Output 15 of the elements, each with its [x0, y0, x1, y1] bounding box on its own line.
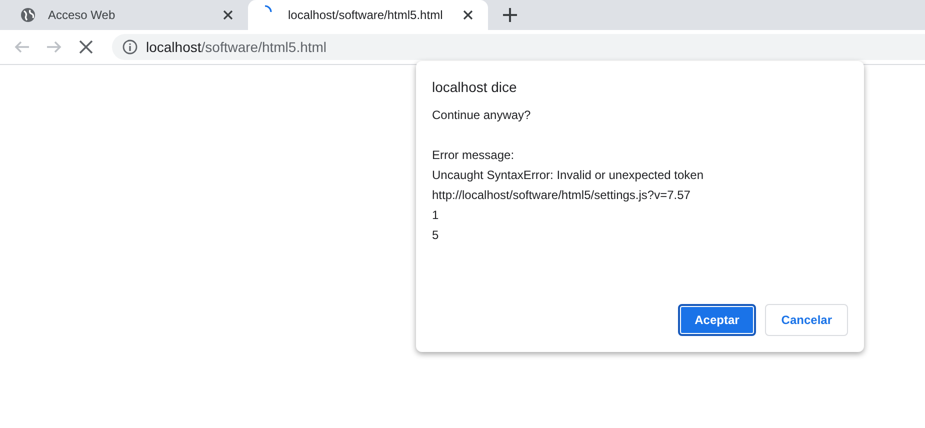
message-line: Uncaught SyntaxError: Invalid or unexpected token — [432, 167, 704, 184]
globe-icon — [20, 7, 36, 23]
browser-tab[interactable]: localhost/software/html5.html — [248, 0, 488, 30]
cancel-button[interactable]: Cancelar — [765, 304, 848, 336]
message-line: 5 — [432, 227, 440, 244]
loading-spinner-icon — [264, 5, 272, 13]
address-bar[interactable]: localhost/software/html5.html — [112, 34, 925, 60]
message-line: Error message: — [432, 147, 516, 164]
message-line: http://localhost/software/html5/settings.js?v=7.57 — [432, 187, 692, 204]
message-line: Continue anyway? — [432, 107, 532, 124]
browser-tab[interactable]: Acceso Web — [8, 0, 248, 30]
accept-button[interactable]: Aceptar — [678, 304, 756, 336]
info-icon[interactable] — [122, 39, 138, 55]
dialog-title: localhost dice — [432, 79, 518, 95]
message-line: 1 — [432, 207, 440, 224]
